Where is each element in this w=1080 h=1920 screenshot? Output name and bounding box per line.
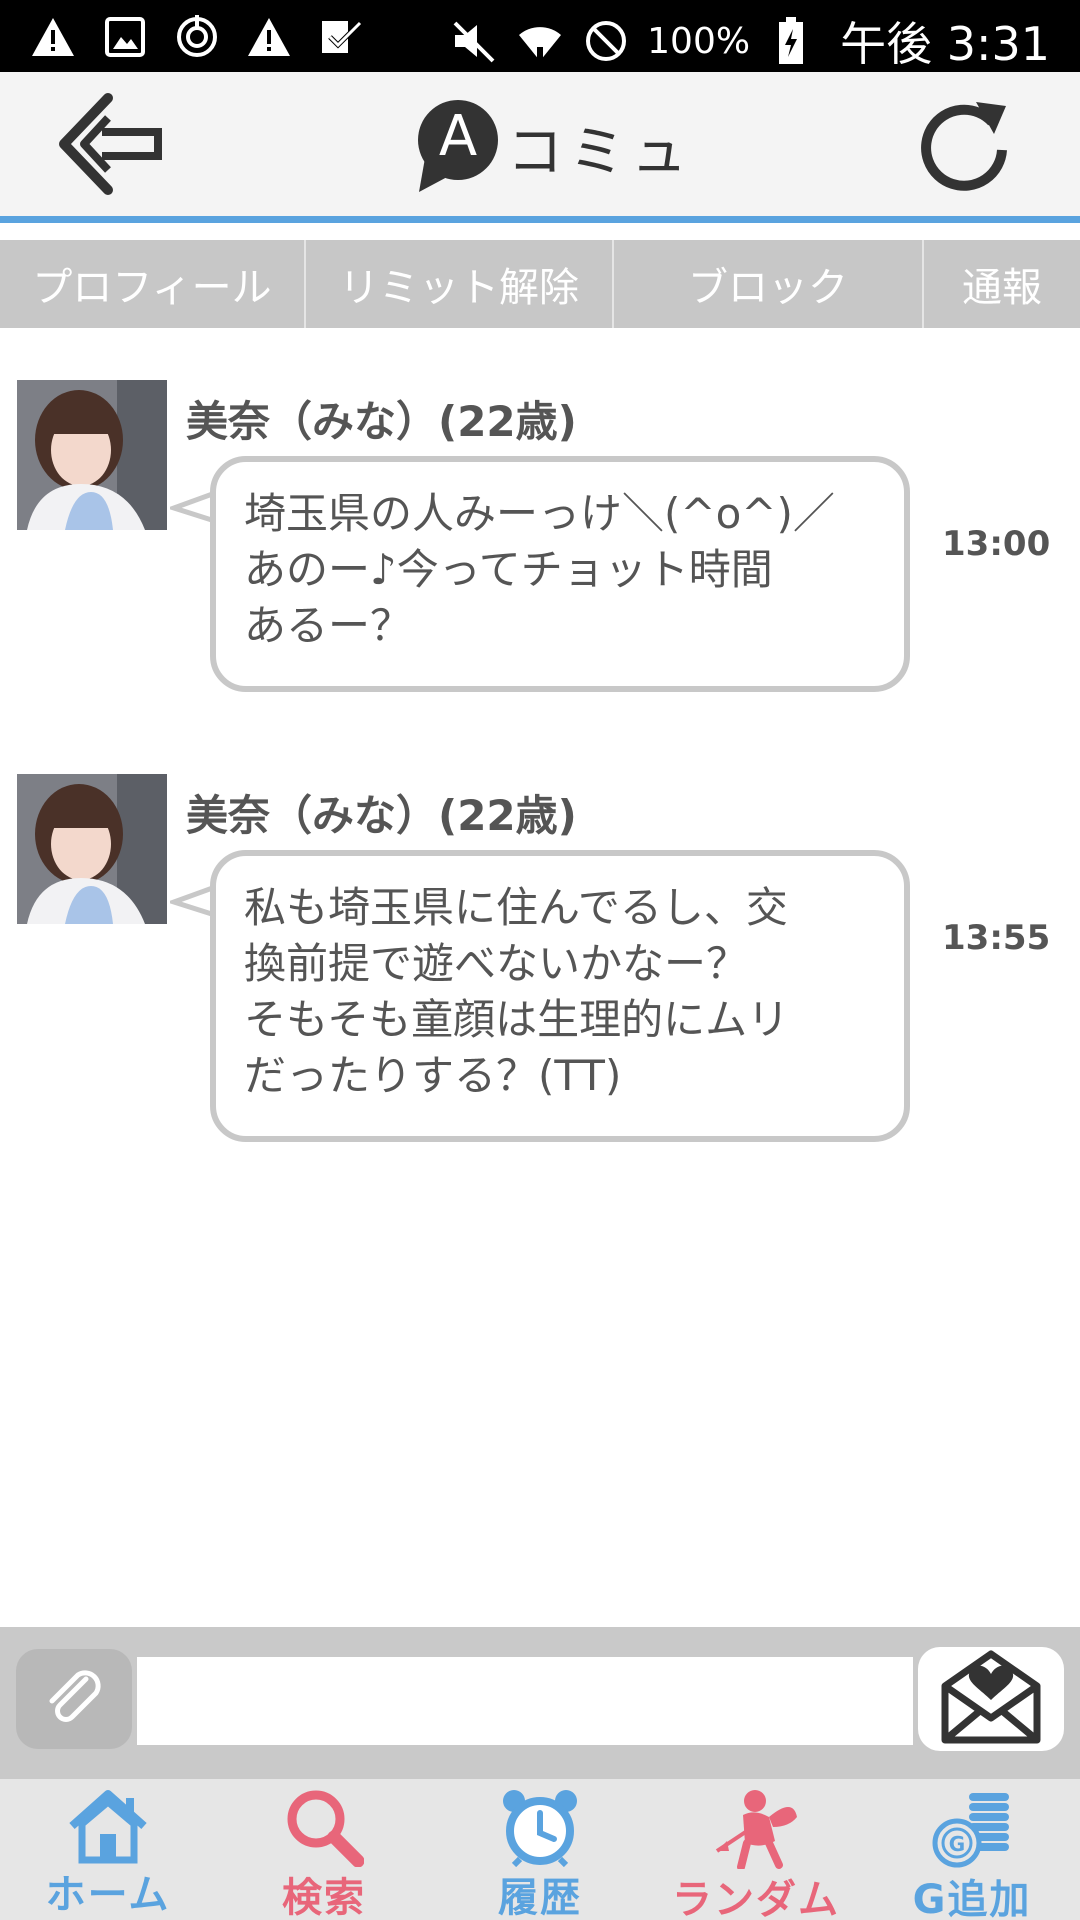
nav-home[interactable]: ホーム <box>0 1779 216 1920</box>
app-header: A コミュ <box>0 72 1080 216</box>
message-bubble: 埼玉県の人みーっけ＼(^o^)／ あのー♪今ってチョット時間 あるー？ <box>210 456 910 692</box>
nav-label: G追加 <box>912 1877 1032 1920</box>
envelope-heart-icon <box>941 1650 1041 1748</box>
header-divider <box>0 216 1080 223</box>
battery-icon <box>766 16 816 66</box>
tab-limit-release[interactable]: リミット解除 <box>306 240 614 328</box>
blocked-icon <box>581 16 631 66</box>
send-button[interactable] <box>918 1647 1064 1751</box>
check-icon <box>316 12 366 62</box>
message-time: 13:00 <box>942 524 1051 564</box>
bottom-nav: ホーム 検索 履歴 ランダム G G追加 <box>0 1779 1080 1920</box>
avatar[interactable] <box>17 380 167 530</box>
message-input-bar <box>0 1627 1080 1779</box>
nav-label: ホーム <box>45 1872 171 1918</box>
search-icon <box>276 1787 372 1867</box>
warning-icon <box>244 12 294 62</box>
nav-label: 検索 <box>282 1875 366 1920</box>
nav-label: ランダム <box>672 1877 840 1920</box>
logo-letter: A <box>438 104 478 169</box>
app-logo: A コミュ <box>415 98 693 196</box>
cupid-icon <box>708 1787 804 1869</box>
logo-text: コミュ <box>507 119 693 185</box>
alarm-clock-icon <box>492 1787 588 1867</box>
status-left-icons <box>28 12 366 62</box>
refresh-icon <box>914 102 1014 200</box>
tab-block[interactable]: ブロック <box>614 240 924 328</box>
tab-profile[interactable]: プロフィール <box>0 240 306 328</box>
message-item: 美奈（みな）(22歳) 私も埼玉県に住んでるし、交 換前提で遊べないかなー？ そ… <box>0 774 1080 1144</box>
image-icon <box>100 12 150 62</box>
coins-icon: G <box>924 1787 1020 1869</box>
nav-add-g[interactable]: G G追加 <box>864 1779 1080 1920</box>
sync-icon <box>172 12 222 62</box>
action-tabs: プロフィール リミット解除 ブロック 通報 <box>0 240 1080 328</box>
logo-bubble-icon: A <box>415 98 501 196</box>
wifi-icon <box>515 16 565 66</box>
status-right-icons: 100% 午後 3:31 <box>449 8 1050 74</box>
paperclip-icon <box>42 1665 106 1733</box>
nav-history[interactable]: 履歴 <box>432 1779 648 1920</box>
sender-name: 美奈（みな）(22歳) <box>186 791 577 840</box>
message-time: 13:55 <box>942 918 1051 958</box>
back-arrow-icon <box>58 93 168 200</box>
warning-icon <box>28 12 78 62</box>
message-input[interactable] <box>137 1657 913 1745</box>
mute-icon <box>449 16 499 66</box>
message-bubble: 私も埼玉県に住んでるし、交 換前提で遊べないかなー？ そもそも童顔は生理的にムリ… <box>210 850 910 1142</box>
attach-button[interactable] <box>16 1649 132 1749</box>
nav-label: 履歴 <box>498 1875 582 1920</box>
status-time: 午後 3:31 <box>840 17 1050 71</box>
battery-percent: 100% <box>647 20 751 62</box>
tab-report[interactable]: 通報 <box>924 240 1080 328</box>
home-icon <box>60 1787 156 1864</box>
status-bar: 100% 午後 3:31 <box>0 0 1080 72</box>
message-item: 美奈（みな）(22歳) 埼玉県の人みーっけ＼(^o^)／ あのー♪今ってチョット… <box>0 380 1080 700</box>
back-button[interactable] <box>58 92 168 196</box>
refresh-button[interactable] <box>914 92 1014 196</box>
avatar[interactable] <box>17 774 167 924</box>
sender-name: 美奈（みな）(22歳) <box>186 397 577 446</box>
nav-random[interactable]: ランダム <box>648 1779 864 1920</box>
nav-search[interactable]: 検索 <box>216 1779 432 1920</box>
svg-text:G: G <box>949 1832 965 1856</box>
